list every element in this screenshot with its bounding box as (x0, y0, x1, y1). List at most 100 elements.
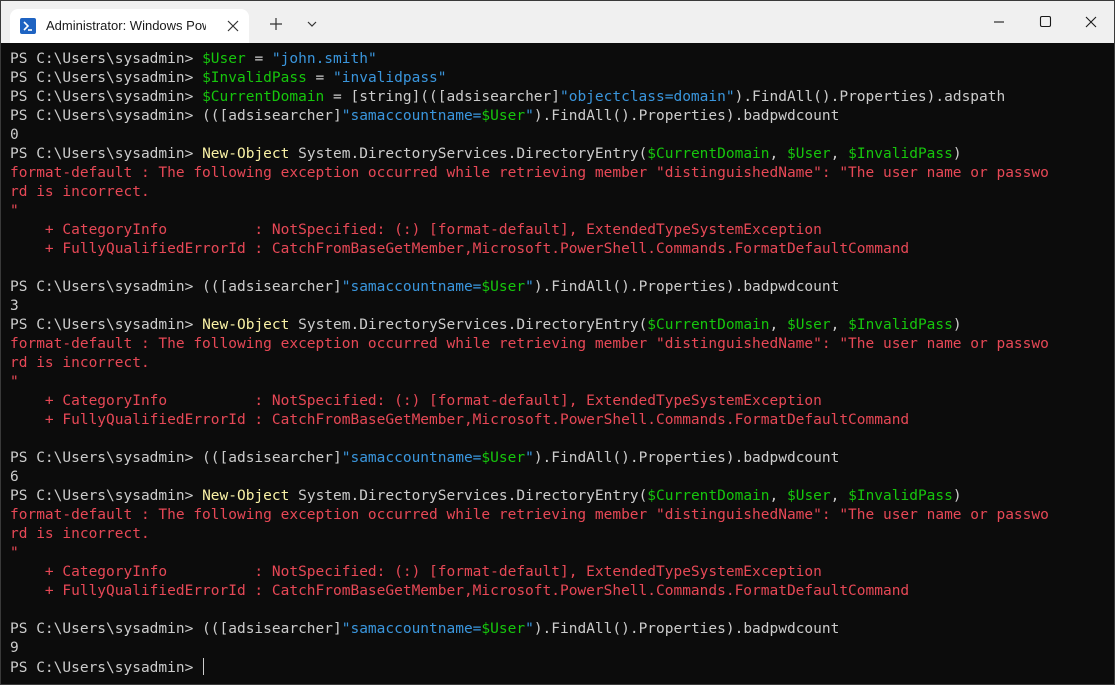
terminal-text: $InvalidPass (848, 488, 953, 504)
terminal-text: = (245, 51, 272, 67)
terminal-line: 6 (10, 468, 1114, 487)
terminal-text: $User (481, 450, 526, 466)
terminal-text: $CurrentDomain (202, 89, 325, 105)
terminal-text: PS C:\Users\sysadmin> (10, 70, 203, 86)
powershell-icon (20, 18, 36, 34)
plus-icon[interactable] (263, 13, 289, 35)
tab-title: Administrator: Windows PowerShell (46, 18, 206, 33)
terminal-text: $CurrentDomain (647, 146, 770, 162)
terminal-text: $User (786, 146, 831, 162)
terminal-text: "samaccountname= (341, 279, 482, 295)
terminal-text: $User (481, 621, 526, 637)
chevron-down-icon[interactable] (301, 13, 323, 35)
terminal-text: PS C:\Users\sysadmin> (10, 660, 203, 676)
terminal-text: PS C:\Users\sysadmin> (10, 317, 203, 333)
terminal-text: format-default : The following exception… (10, 336, 1049, 352)
terminal-line: PS C:\Users\sysadmin> $CurrentDomain = [… (10, 88, 1114, 107)
terminal-text: New-Object (202, 146, 290, 162)
terminal-text: ).FindAll().Properties).badpwdcount (533, 108, 840, 124)
terminal-line: + CategoryInfo : NotSpecified: (:) [form… (10, 563, 1114, 582)
terminal-text: format-default : The following exception… (10, 507, 1049, 523)
terminal-line: + CategoryInfo : NotSpecified: (:) [form… (10, 221, 1114, 240)
terminal-output[interactable]: PS C:\Users\sysadmin> $User = "john.smit… (1, 43, 1114, 684)
terminal-text: "samaccountname= (341, 450, 482, 466)
terminal-text: $User (202, 51, 246, 67)
terminal-text: PS C:\Users\sysadmin> (([adsisearcher] (10, 279, 342, 295)
terminal-text: $InvalidPass (848, 146, 953, 162)
minimize-icon[interactable] (976, 1, 1022, 43)
terminal-text: = [string](([adsisearcher] (324, 89, 560, 105)
terminal-text: "samaccountname= (341, 621, 482, 637)
terminal-text: $User (481, 279, 526, 295)
terminal-text: $User (481, 108, 526, 124)
terminal-line: + FullyQualifiedErrorId : CatchFromBaseG… (10, 411, 1114, 430)
terminal-text: PS C:\Users\sysadmin> (10, 51, 203, 67)
terminal-line: " (10, 373, 1114, 392)
terminal-text: , (769, 146, 787, 162)
terminal-line: rd is incorrect. (10, 183, 1114, 202)
terminal-line: rd is incorrect. (10, 525, 1114, 544)
terminal-text: 9 (10, 640, 19, 656)
terminal-line: + FullyQualifiedErrorId : CatchFromBaseG… (10, 240, 1114, 259)
terminal-text: + FullyQualifiedErrorId : CatchFromBaseG… (10, 241, 910, 257)
terminal-line: format-default : The following exception… (10, 335, 1114, 354)
terminal-text: New-Object (202, 488, 290, 504)
terminal-line: PS C:\Users\sysadmin> (([adsisearcher]"s… (10, 449, 1114, 468)
terminal-text: ).FindAll().Properties).badpwdcount (533, 450, 840, 466)
terminal-text: ) (952, 488, 962, 504)
terminal-text: " (10, 203, 19, 219)
terminal-text: PS C:\Users\sysadmin> (10, 89, 203, 105)
terminal-line: " (10, 544, 1114, 563)
terminal-window: Administrator: Windows PowerShell PS C:\… (0, 0, 1115, 685)
maximize-icon[interactable] (1022, 1, 1068, 43)
terminal-text: $InvalidPass (848, 317, 953, 333)
terminal-text: rd is incorrect. (10, 526, 150, 542)
terminal-line: " (10, 202, 1114, 221)
terminal-text: PS C:\Users\sysadmin> (([adsisearcher] (10, 450, 342, 466)
terminal-line: PS C:\Users\sysadmin> $InvalidPass = "in… (10, 69, 1114, 88)
terminal-line: PS C:\Users\sysadmin> New-Object System.… (10, 145, 1114, 164)
terminal-line: PS C:\Users\sysadmin> (10, 658, 1114, 677)
close-icon[interactable] (222, 15, 244, 37)
terminal-text: "samaccountname= (341, 108, 482, 124)
terminal-text: , (830, 488, 849, 504)
terminal-line: 3 (10, 297, 1114, 316)
terminal-line: format-default : The following exception… (10, 506, 1114, 525)
terminal-text: + CategoryInfo : NotSpecified: (:) [form… (10, 393, 822, 409)
terminal-line: + CategoryInfo : NotSpecified: (:) [form… (10, 392, 1114, 411)
terminal-text: , (830, 317, 849, 333)
terminal-text: PS C:\Users\sysadmin> (10, 146, 203, 162)
terminal-text: ).FindAll().Properties).adspath (734, 89, 1006, 105)
close-icon[interactable] (1068, 1, 1114, 43)
terminal-text: ).FindAll().Properties).badpwdcount (533, 621, 840, 637)
text-cursor (203, 658, 205, 675)
terminal-text: , (830, 146, 849, 162)
terminal-text: 6 (10, 469, 19, 485)
terminal-text: PS C:\Users\sysadmin> (([adsisearcher] (10, 621, 342, 637)
terminal-text: " (525, 450, 534, 466)
terminal-text: 3 (10, 298, 19, 314)
terminal-text: format-default : The following exception… (10, 165, 1049, 181)
tab-powershell[interactable]: Administrator: Windows PowerShell (10, 9, 249, 43)
terminal-line: 0 (10, 126, 1114, 145)
terminal-text: = (306, 70, 334, 86)
terminal-line: format-default : The following exception… (10, 164, 1114, 183)
terminal-text: " (525, 621, 534, 637)
terminal-text: ) (952, 317, 962, 333)
terminal-line: PS C:\Users\sysadmin> (([adsisearcher]"s… (10, 107, 1114, 126)
terminal-line: 9 (10, 639, 1114, 658)
terminal-text: ) (952, 146, 962, 162)
terminal-text: " (525, 108, 534, 124)
terminal-text: 0 (10, 127, 19, 143)
terminal-line: PS C:\Users\sysadmin> (([adsisearcher]"s… (10, 620, 1114, 639)
terminal-text: PS C:\Users\sysadmin> (([adsisearcher] (10, 108, 342, 124)
terminal-text: System.DirectoryServices.DirectoryEntry( (289, 146, 648, 162)
title-bar: Administrator: Windows PowerShell (1, 1, 1114, 43)
terminal-text: , (769, 317, 787, 333)
terminal-text: "john.smith" (271, 51, 377, 67)
terminal-text: rd is incorrect. (10, 355, 150, 371)
terminal-line: PS C:\Users\sysadmin> New-Object System.… (10, 316, 1114, 335)
terminal-text: PS C:\Users\sysadmin> (10, 488, 203, 504)
